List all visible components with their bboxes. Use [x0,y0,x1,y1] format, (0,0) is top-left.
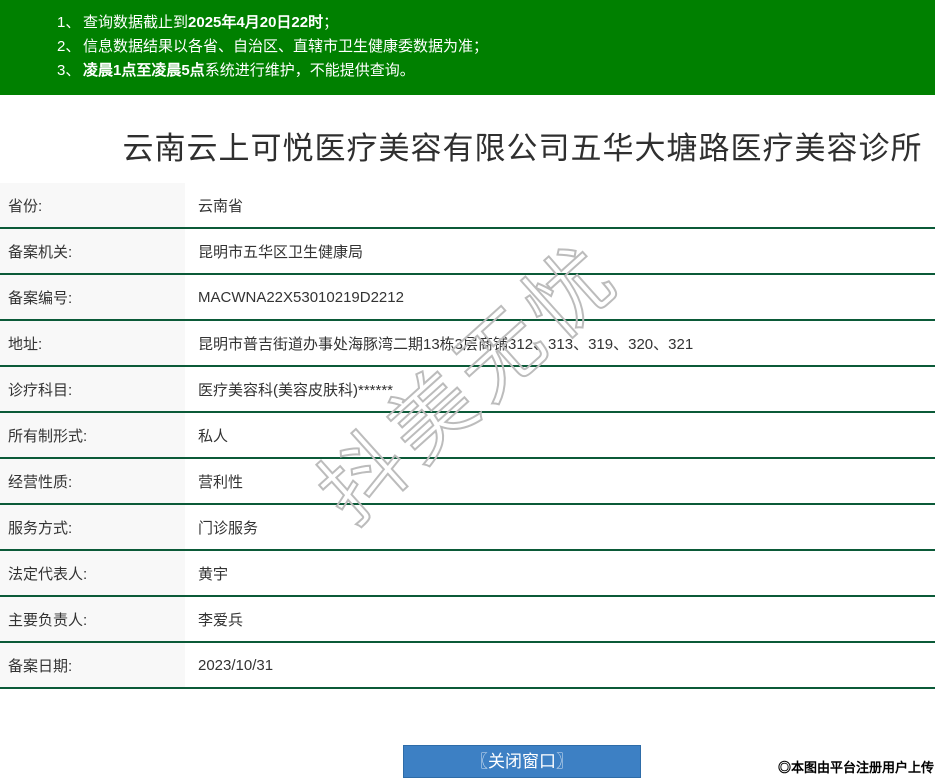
table-row: 服务方式: 门诊服务 [0,505,935,551]
notice-text-segment: 查询数据截止到 [83,14,189,31]
row-value: 2023/10/31 [185,643,935,687]
row-label: 所有制形式: [0,413,185,457]
row-value: 黄宇 [185,551,935,595]
row-label: 服务方式: [0,505,185,549]
row-label: 经营性质: [0,459,185,503]
page-title: 云南云上可悦医疗美容有限公司五华大塘路医疗美容诊所 [122,131,923,166]
table-row: 所有制形式: 私人 [0,413,935,459]
table-row: 备案机关: 昆明市五华区卫生健康局 [0,229,935,275]
row-label: 备案编号: [0,275,185,319]
table-row: 主要负责人: 李爱兵 [0,597,935,643]
notice-text-segment: 凌晨1点至凌晨5点 [83,62,205,79]
row-label: 备案日期: [0,643,185,687]
row-value: 营利性 [185,459,935,503]
table-row: 经营性质: 营利性 [0,459,935,505]
notice-number: 1、 [57,14,81,31]
table-row: 备案编号: MACWNA22X53010219D2212 [0,275,935,321]
row-value: MACWNA22X53010219D2212 [185,275,935,319]
row-value: 私人 [185,413,935,457]
notice-text-segment: ； [323,14,339,31]
notice-banner: 1、 查询数据截止到2025年4月20日22时； 2、 信息数据结果以各省、自治区、直… [0,0,935,95]
table-row: 备案日期: 2023/10/31 [0,643,935,689]
table-row: 法定代表人: 黄宇 [0,551,935,597]
row-value: 昆明市普吉街道办事处海豚湾二期13栋3层商铺312、313、319、320、32… [185,321,935,365]
notice-number: 2、 [57,38,81,55]
page-canvas: 1、 查询数据截止到2025年4月20日22时； 2、 信息数据结果以各省、自治区、直… [0,0,935,778]
notice-text-segment: 系统进行维护，不能提供查询。 [204,62,415,79]
row-label: 备案机关: [0,229,185,273]
notice-line: 1、 查询数据截止到2025年4月20日22时； [57,11,935,35]
row-label: 省份: [0,183,185,227]
close-window-button[interactable]: 〖关闭窗口〗 [403,745,641,778]
row-label: 地址: [0,321,185,365]
record-table: 省份: 云南省 备案机关: 昆明市五华区卫生健康局 备案编号: MACWNA22X5301… [0,183,935,689]
notice-text-segment: 2025年4月20日22时 [188,14,324,31]
table-row: 省份: 云南省 [0,183,935,229]
row-value: 医疗美容科(美容皮肤科)****** [185,367,935,411]
image-credit-watermark: ◎本图由平台注册用户上传 [777,760,934,775]
row-value: 门诊服务 [185,505,935,549]
row-label: 法定代表人: [0,551,185,595]
notice-number: 3、 [57,62,81,79]
page-viewport: 1、 查询数据截止到2025年4月20日22时； 2、 信息数据结果以各省、自治区、直… [0,0,935,778]
table-row: 诊疗科目: 医疗美容科(美容皮肤科)****** [0,367,935,413]
row-value: 云南省 [185,183,935,227]
notice-text-segment: 信息数据结果以各省、自治区、直辖市卫生健康委数据为准； [83,38,489,55]
notice-line: 2、 信息数据结果以各省、自治区、直辖市卫生健康委数据为准； [57,35,935,59]
row-label: 诊疗科目: [0,367,185,411]
row-label: 主要负责人: [0,597,185,641]
row-value: 李爱兵 [185,597,935,641]
row-value: 昆明市五华区卫生健康局 [185,229,935,273]
table-row: 地址: 昆明市普吉街道办事处海豚湾二期13栋3层商铺312、313、319、320… [0,321,935,367]
notice-line: 3、 凌晨1点至凌晨5点系统进行维护，不能提供查询。 [57,59,935,83]
